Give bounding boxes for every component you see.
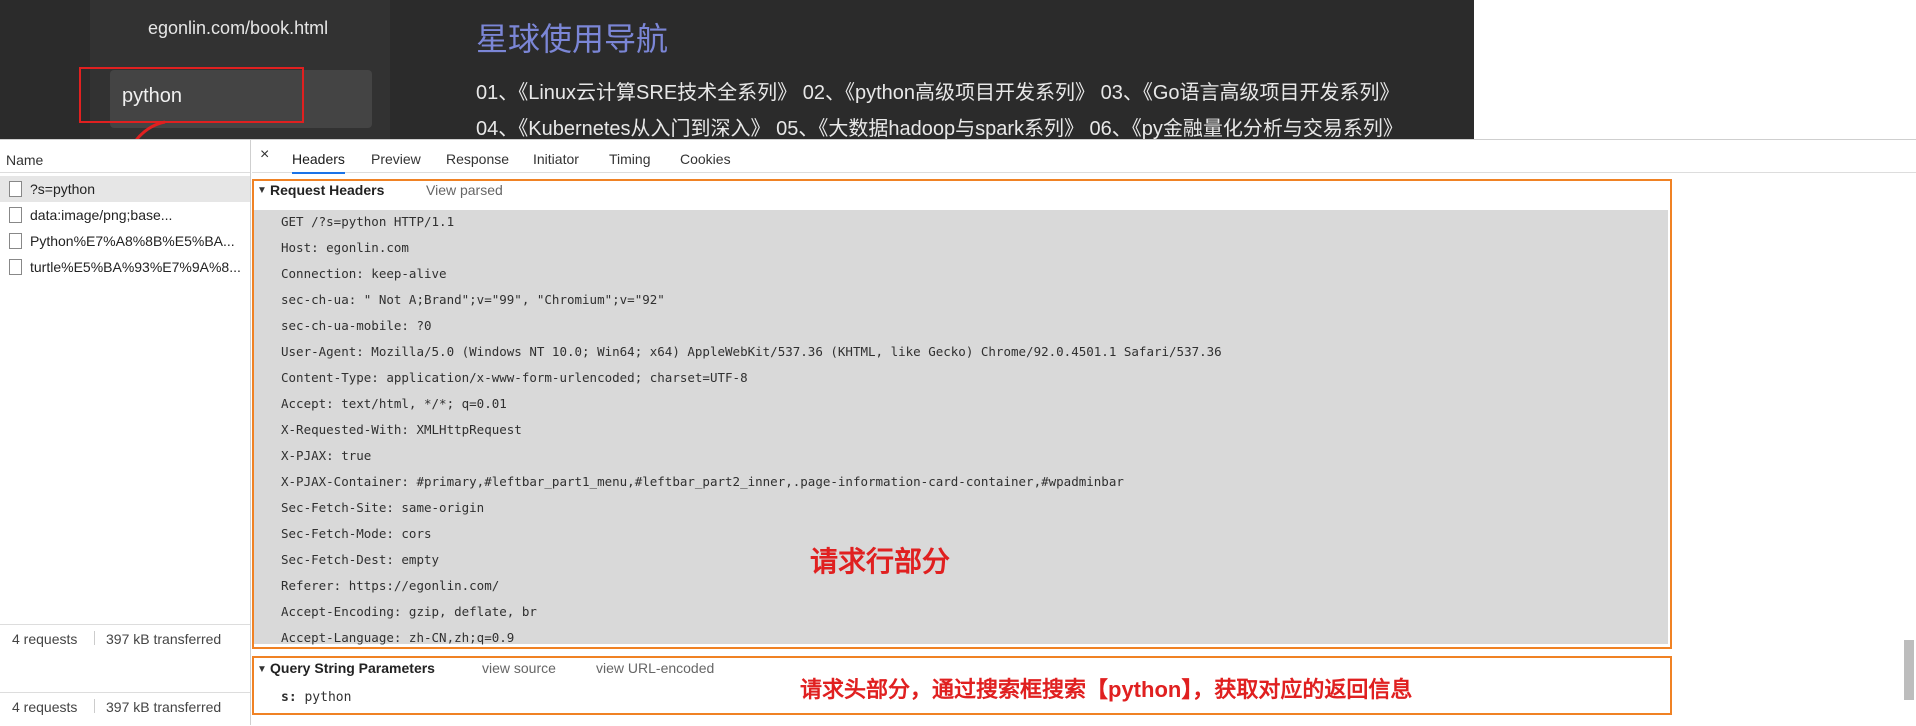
request-headers-highlight — [252, 179, 1672, 649]
request-count: 4 requests — [12, 699, 78, 715]
request-line-annotation: 请求行部分 — [810, 546, 951, 577]
nav-line-1[interactable]: 01、《Linux云计算SRE技术全系列》 02、《python高级项目开发系列… — [476, 76, 1400, 105]
scrollbar-thumb[interactable] — [1904, 640, 1914, 700]
request-row[interactable]: data:image/png;base... — [0, 202, 250, 228]
request-name: Python%E7%A8%8B%E5%BA... — [30, 233, 235, 249]
transferred-size: 397 kB transferred — [106, 699, 222, 715]
nav-title: 星球使用导航 — [476, 21, 669, 57]
tab-cookies[interactable]: Cookies — [680, 151, 731, 167]
tab-initiator[interactable]: Initiator — [533, 151, 579, 167]
tab-timing[interactable]: Timing — [609, 151, 651, 167]
status-bar-top: 4 requests 397 kB transferred — [0, 624, 250, 651]
name-header-label: Name — [6, 152, 44, 168]
request-row[interactable]: turtle%E5%BA%93%E7%9A%8... — [0, 254, 250, 280]
tab-preview[interactable]: Preview — [371, 151, 421, 167]
tab-response[interactable]: Response — [446, 151, 509, 167]
request-name: ?s=python — [30, 181, 95, 197]
site-url[interactable]: egonlin.com/book.html — [148, 18, 328, 39]
nav-line-2[interactable]: 04、《Kubernetes从入门到深入》 05、《大数据hadoop与spar… — [476, 112, 1403, 141]
status-bar-bottom: 4 requests 397 kB transferred — [0, 692, 250, 719]
status-divider — [94, 699, 95, 713]
blank-area — [1474, 0, 1916, 140]
name-column-header[interactable]: Name — [0, 146, 250, 173]
close-icon[interactable]: × — [260, 146, 269, 164]
request-name: data:image/png;base... — [30, 207, 173, 223]
status-divider — [94, 631, 95, 645]
image-icon — [9, 207, 22, 223]
document-icon — [9, 181, 22, 197]
request-header-annotation: 请求头部分，通过搜索框搜索【python】，获取对应的返回信息 — [800, 677, 1413, 702]
transferred-size: 397 kB transferred — [106, 631, 222, 647]
request-row[interactable]: ?s=python — [0, 176, 250, 202]
image-icon — [9, 259, 22, 275]
request-count: 4 requests — [12, 631, 78, 647]
search-highlight-box — [79, 67, 304, 123]
request-name: turtle%E5%BA%93%E7%9A%8... — [30, 259, 241, 275]
image-icon — [9, 233, 22, 249]
tab-headers[interactable]: Headers — [292, 151, 345, 174]
request-row[interactable]: Python%E7%A8%8B%E5%BA... — [0, 228, 250, 254]
